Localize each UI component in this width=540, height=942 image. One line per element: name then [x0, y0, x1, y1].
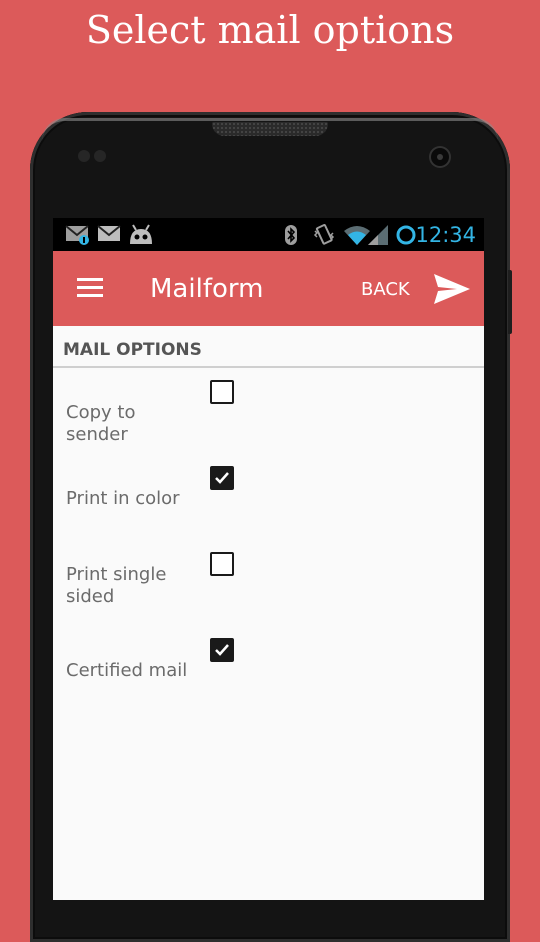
section-title: MAIL OPTIONS — [63, 340, 202, 360]
sync-ring-icon — [395, 224, 417, 251]
section-divider — [53, 366, 484, 368]
vibrate-icon — [312, 224, 336, 251]
proximity-sensor — [78, 150, 90, 162]
certified-mail-label: Certified mail — [66, 660, 188, 681]
light-sensor — [94, 150, 106, 162]
print-single-sided-checkbox[interactable] — [210, 552, 234, 576]
mail-notification-icon — [65, 224, 91, 251]
status-clock: 12:34 — [415, 223, 476, 247]
back-button[interactable]: BACK — [361, 279, 410, 301]
hamburger-menu-icon[interactable] — [77, 278, 103, 298]
print-in-color-checkbox[interactable] — [210, 466, 234, 490]
send-icon — [434, 274, 470, 304]
earpiece-speaker — [212, 122, 328, 136]
print-in-color-label: Print in color — [66, 488, 180, 509]
print-single-sided-label: Print single sided — [66, 564, 167, 607]
app-title: Mailform — [150, 274, 264, 304]
app-toolbar: Mailform BACK — [53, 251, 484, 326]
certified-mail-checkbox[interactable] — [210, 638, 234, 662]
android-icon — [127, 224, 155, 251]
copy-to-sender-checkbox[interactable] — [210, 380, 234, 404]
send-button[interactable] — [433, 273, 471, 305]
copy-to-sender-label: Copy to sender — [66, 402, 136, 445]
status-bar: 12:34 — [53, 218, 484, 251]
phone-screen: 12:34 Mailform BACK MAIL OPTIONS Copy to… — [53, 218, 484, 900]
page-headline: Select mail options — [85, 8, 455, 52]
mail-icon — [97, 224, 121, 249]
front-camera — [431, 148, 449, 166]
bluetooth-icon — [283, 224, 299, 251]
power-button[interactable] — [508, 270, 512, 334]
signal-icon — [367, 224, 389, 251]
